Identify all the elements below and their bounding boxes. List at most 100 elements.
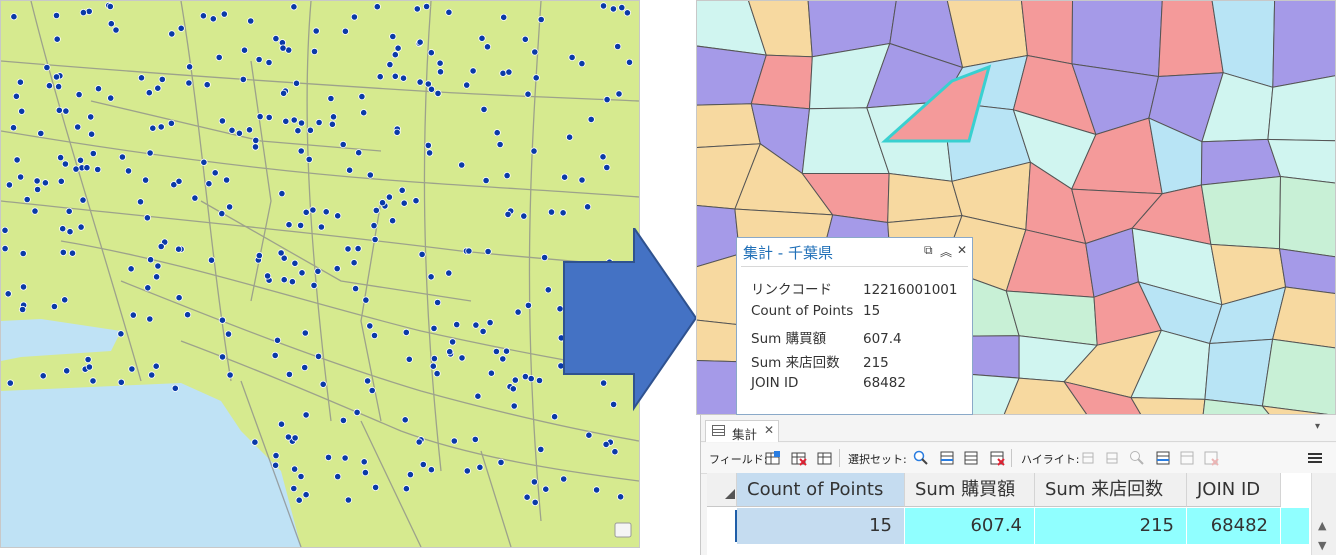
store-point [509,385,517,393]
add-field-icon[interactable] [765,450,781,466]
store-point [218,210,226,218]
calculate-field-icon[interactable] [817,450,833,466]
store-point [4,290,12,298]
highlight-zoom-icon[interactable] [1081,450,1097,466]
store-point [372,206,380,214]
attribute-table-pane[interactable]: 集計 ✕ ▾ フィールド: 選択セット: ハイライト: Count of Poi… [700,415,1336,555]
store-point [19,283,28,291]
popup-key: リンクコード [751,282,832,298]
store-point [430,354,438,363]
store-point [471,435,479,443]
tab-menu-chevron-icon[interactable]: ▾ [1315,421,1320,432]
store-point [37,129,45,137]
attribute-grid[interactable]: Count of Points Sum 購買額 Sum 来店回数 JOIN ID… [707,473,1336,555]
store-point [497,458,505,466]
highlight-reselect-icon[interactable] [1179,450,1195,466]
highlight-switch-icon[interactable] [1105,450,1121,466]
store-point [366,322,374,330]
store-point [540,253,549,262]
tab-close-icon[interactable]: ✕ [764,423,774,437]
store-point [31,207,39,215]
close-icon[interactable]: ✕ [957,243,967,257]
store-point [157,242,165,251]
column-header[interactable]: JOIN ID [1187,473,1281,507]
store-point [560,173,569,181]
row-selector-header[interactable] [707,473,737,507]
district-polygon[interactable] [1272,1,1335,88]
highlight-clear-icon[interactable] [1203,450,1219,466]
store-point [427,85,436,93]
district-polygon[interactable] [1130,397,1206,414]
highlight-label: ハイライト: [1021,453,1080,466]
store-point [279,44,287,52]
store-point [290,116,298,124]
tab-summary[interactable]: 集計 ✕ [705,420,779,442]
store-point [5,181,13,189]
point-map-panel[interactable] [0,0,640,548]
store-point [6,379,14,387]
row-selector[interactable] [707,508,739,544]
store-point [50,302,59,311]
popup-divider [741,266,968,267]
store-point [305,155,313,163]
store-point [272,34,280,43]
attribute-popup[interactable]: 集計 - 千葉県 ⧉ ︽ ✕ リンクコード 12216001001 Count o… [736,237,973,415]
store-point [530,478,539,486]
store-point [603,96,611,104]
district-polygon[interactable] [1200,175,1282,250]
menu-icon[interactable] [1307,450,1323,466]
district-polygon[interactable] [887,172,963,224]
store-point [226,371,234,379]
vertical-scrollbar[interactable]: ▲ ▼ [1311,473,1336,555]
store-point [504,210,512,218]
highlight-unselect-icon[interactable] [1155,450,1171,466]
popout-icon[interactable]: ⧉ [924,243,933,258]
scroll-up-icon[interactable]: ▲ [1318,519,1326,532]
store-point [52,11,61,20]
zoom-to-selection-icon[interactable] [913,450,929,466]
store-point [448,338,457,346]
point-map-canvas[interactable] [1,1,639,547]
store-point [394,44,402,52]
column-header[interactable]: Sum 購買額 [905,473,1035,507]
store-point [306,126,314,134]
store-point [427,49,435,57]
scroll-down-icon[interactable]: ▼ [1318,539,1326,552]
sort-corner-icon [725,489,735,499]
district-polygon[interactable] [1261,338,1335,414]
store-point [33,185,42,194]
select-all-icon[interactable] [963,450,979,466]
column-header[interactable]: Count of Points [737,473,905,507]
table-cell[interactable]: 15 [737,508,905,544]
store-point [294,127,302,135]
clear-selection-icon[interactable] [989,450,1005,466]
store-point [436,59,444,67]
collapse-icon[interactable]: ︽ [940,243,952,260]
delete-field-icon[interactable] [791,450,807,466]
store-point [314,352,323,360]
store-point [106,2,114,11]
district-polygon[interactable] [1204,338,1274,407]
switch-selection-icon[interactable] [939,450,955,466]
store-point [74,123,82,131]
store-point [277,249,285,257]
column-header[interactable]: Sum 来店回数 [1035,473,1187,507]
map-overlay-icon[interactable] [614,522,632,538]
table-cell[interactable]: 215 [1035,508,1187,544]
district-polygon[interactable] [1071,1,1163,78]
store-point [247,17,255,25]
store-point [157,123,165,131]
store-point [228,126,236,134]
store-point [10,13,18,21]
highlight-pan-icon[interactable] [1129,450,1145,466]
store-point [1,245,9,253]
table-cell[interactable]: 68482 [1187,508,1281,544]
store-point [148,371,156,379]
district-polygon[interactable] [1278,175,1336,259]
district-polygon[interactable] [697,103,761,149]
store-point [360,109,368,117]
table-cell[interactable]: 607.4 [905,508,1035,544]
popup-value: 12216001001 [863,282,958,298]
district-polygon[interactable] [1020,1,1074,65]
store-point [310,281,318,289]
